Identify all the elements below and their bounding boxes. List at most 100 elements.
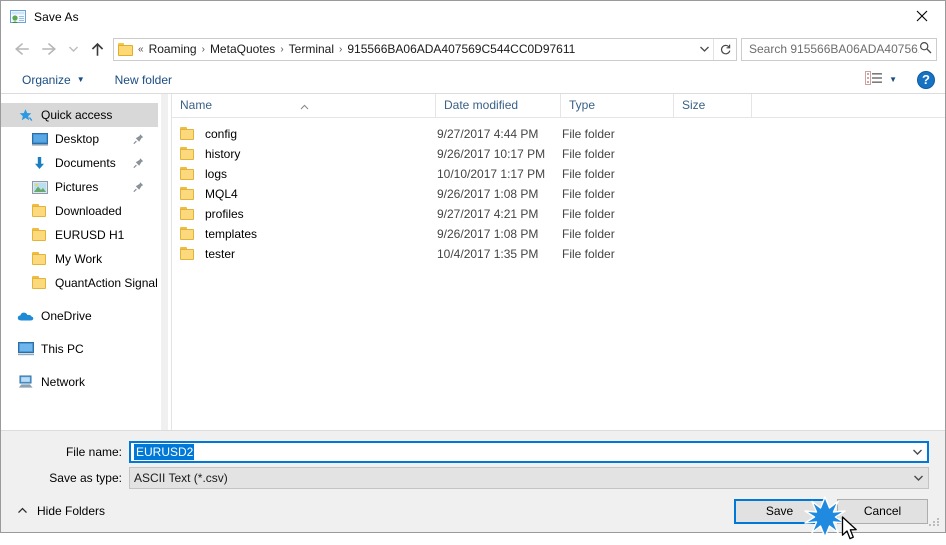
breadcrumb-item-terminal[interactable]: Terminal: [286, 41, 337, 57]
column-header-type[interactable]: Type: [561, 93, 674, 118]
address-bar[interactable]: « Roaming › MetaQuotes › Terminal › 9155…: [113, 37, 737, 61]
search-icon[interactable]: [919, 41, 932, 57]
file-name-input[interactable]: EURUSD2: [129, 441, 929, 463]
table-row[interactable]: config 9/27/2017 4:44 PM File folder: [172, 124, 945, 144]
file-name-label: templates: [205, 227, 258, 241]
dialog-body: Quick access Desktop Documents Pictures …: [1, 93, 945, 430]
chevron-down-icon: [914, 475, 923, 481]
arrow-right-icon: [41, 42, 56, 56]
breadcrumb-item-instance[interactable]: 915566BA06ADA407569C544CC0D97611: [344, 41, 578, 57]
file-name-cell: profiles: [172, 207, 436, 221]
file-name-label: history: [205, 147, 241, 161]
folder-icon: [180, 187, 196, 201]
pin-icon[interactable]: [133, 182, 144, 193]
column-header-date-modified[interactable]: Date modified: [436, 93, 561, 118]
onedrive-cloud-icon: [17, 308, 34, 324]
save-as-type-select[interactable]: ASCII Text (*.csv): [129, 467, 929, 489]
up-button[interactable]: [83, 36, 111, 62]
file-name-label: profiles: [205, 207, 244, 221]
command-toolbar: Organize ▼ New folder ▼ ?: [1, 66, 945, 94]
view-layout-icon: [865, 71, 883, 88]
table-row[interactable]: tester 10/4/2017 1:35 PM File folder: [172, 244, 945, 264]
footer-buttons: Save Cancel: [734, 495, 928, 539]
sidebar-item-documents[interactable]: Documents: [1, 151, 158, 175]
view-mode-button[interactable]: ▼: [861, 69, 901, 90]
column-header-label: Type: [569, 97, 596, 112]
file-name-label: File name:: [65, 445, 122, 459]
sidebar-item-this-pc[interactable]: This PC: [1, 337, 158, 361]
sort-ascending-icon: [300, 95, 309, 118]
address-dropdown-button[interactable]: [696, 45, 713, 53]
save-form: File name: EURUSD2 Save as type: ASCII T…: [1, 430, 945, 490]
sidebar-item-network[interactable]: Network: [1, 370, 158, 394]
star-pin-icon: [17, 107, 34, 123]
forward-button[interactable]: [35, 36, 63, 62]
folder-icon: [180, 167, 196, 181]
hide-folders-label: Hide Folders: [37, 504, 106, 518]
table-row[interactable]: MQL4 9/26/2017 1:08 PM File folder: [172, 184, 945, 204]
sidebar-item-quantaction-signal[interactable]: QuantAction Signal: [1, 271, 158, 295]
table-row[interactable]: profiles 9/27/2017 4:21 PM File folder: [172, 204, 945, 224]
search-placeholder: Search 915566BA06ADA40756...: [749, 42, 919, 56]
column-header-size[interactable]: Size: [674, 93, 752, 118]
sidebar-item-onedrive[interactable]: OneDrive: [1, 304, 158, 328]
title-bar: Save As: [1, 1, 945, 32]
save-button[interactable]: Save: [734, 498, 825, 524]
sidebar-item-desktop[interactable]: Desktop: [1, 127, 158, 151]
new-folder-button[interactable]: New folder: [108, 70, 179, 90]
folder-icon: [180, 247, 196, 261]
resize-grip-icon[interactable]: [929, 516, 941, 528]
table-row[interactable]: logs 10/10/2017 1:17 PM File folder: [172, 164, 945, 184]
sidebar-item-label: My Work: [55, 252, 103, 266]
chevron-down-icon: ▼: [76, 75, 85, 84]
help-button[interactable]: ?: [917, 70, 935, 89]
file-name-cell: history: [172, 147, 436, 161]
sidebar-item-label: Network: [41, 375, 86, 389]
breadcrumb-item-metaquotes[interactable]: MetaQuotes: [207, 41, 278, 57]
folder-icon: [180, 147, 196, 161]
pin-icon[interactable]: [133, 158, 144, 169]
pin-icon[interactable]: [133, 134, 144, 145]
column-header-label: Date modified: [444, 97, 519, 112]
organize-button[interactable]: Organize ▼: [15, 70, 92, 90]
recent-locations-button[interactable]: [63, 36, 83, 62]
table-row[interactable]: history 9/26/2017 10:17 PM File folder: [172, 144, 945, 164]
hide-folders-button[interactable]: Hide Folders: [13, 501, 109, 521]
sidebar-item-pictures[interactable]: Pictures: [1, 175, 158, 199]
save-as-type-label: Save as type:: [49, 471, 122, 485]
cancel-label: Cancel: [863, 504, 902, 518]
file-name-cell: logs: [172, 167, 436, 181]
chevron-down-icon: [700, 46, 709, 52]
file-type-cell: File folder: [562, 147, 615, 161]
refresh-button[interactable]: [713, 38, 736, 60]
column-headers: Name Date modified Type Size: [172, 93, 945, 118]
folder-icon: [31, 203, 48, 219]
breadcrumb-overflow[interactable]: «: [136, 44, 146, 55]
sidebar-item-my-work[interactable]: My Work: [1, 247, 158, 271]
table-row[interactable]: templates 9/26/2017 1:08 PM File folder: [172, 224, 945, 244]
sidebar-splitter[interactable]: [158, 94, 172, 430]
documents-download-icon: [31, 155, 48, 171]
save-as-type-dropdown-button[interactable]: [909, 468, 928, 488]
column-header-name[interactable]: Name: [172, 93, 436, 118]
sidebar-item-label: Pictures: [55, 180, 99, 194]
breadcrumb-item-roaming[interactable]: Roaming: [146, 41, 200, 57]
file-date-cell: 9/26/2017 1:08 PM: [437, 227, 539, 241]
back-button[interactable]: [7, 36, 35, 62]
breadcrumb-separator: ›: [280, 43, 284, 55]
folder-icon: [31, 251, 48, 267]
close-button[interactable]: [899, 1, 945, 31]
sidebar-item-eurusd-h1[interactable]: EURUSD H1: [1, 223, 158, 247]
file-name-dropdown-button[interactable]: [908, 443, 927, 461]
file-date-cell: 10/4/2017 1:35 PM: [437, 247, 539, 261]
chevron-up-icon: [17, 504, 28, 518]
file-rows: config 9/27/2017 4:44 PM File folder his…: [172, 118, 945, 264]
search-input[interactable]: Search 915566BA06ADA40756...: [741, 37, 937, 61]
cancel-button[interactable]: Cancel: [837, 498, 928, 524]
save-as-type-value: ASCII Text (*.csv): [134, 471, 228, 485]
sidebar-item-downloaded[interactable]: Downloaded: [1, 199, 158, 223]
file-name-label: MQL4: [205, 187, 238, 201]
sidebar-item-quick-access[interactable]: Quick access: [1, 103, 158, 127]
